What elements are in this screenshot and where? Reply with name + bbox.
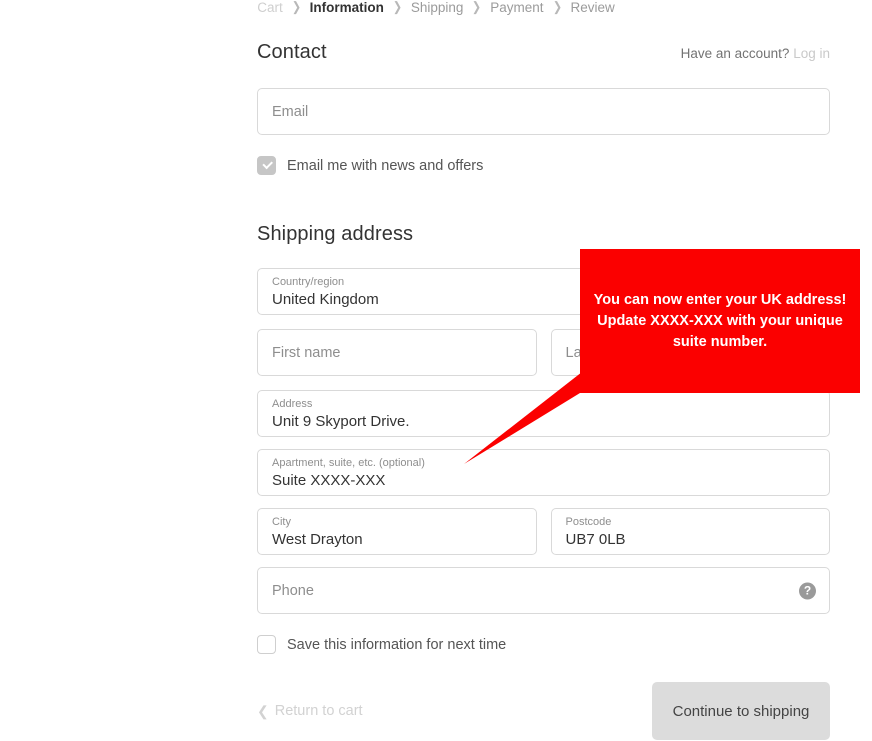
apartment-label: Apartment, suite, etc. (optional) [272,457,425,469]
apartment-field[interactable]: Apartment, suite, etc. (optional) Suite … [257,449,830,496]
first-name-field[interactable]: First name [257,329,537,376]
callout-text: You can now enter your UK address! Updat… [593,291,847,350]
account-prompt-text: Have an account? [680,46,790,61]
news-offers-label: Email me with news and offers [287,157,484,174]
first-name-placeholder: First name [272,344,341,361]
address-field[interactable]: Address Unit 9 Skyport Drive. [257,390,830,437]
checkbox-checked-icon[interactable] [257,156,276,175]
news-offers-checkbox-row[interactable]: Email me with news and offers [257,156,830,175]
uk-address-callout: You can now enter your UK address! Updat… [580,249,860,393]
save-info-checkbox-row[interactable]: Save this information for next time [257,635,830,654]
city-value: West Drayton [272,531,363,548]
help-icon[interactable]: ? [799,582,816,599]
address-label: Address [272,398,313,410]
checkbox-unchecked-icon[interactable] [257,635,276,654]
apartment-value: Suite XXXX-XXX [272,472,386,489]
chevron-left-icon: ❮ [257,702,269,719]
city-postcode-row: City West Drayton Postcode UB7 0LB [257,508,830,555]
continue-to-shipping-button[interactable]: Continue to shipping [652,682,830,740]
email-field[interactable]: Email [257,88,830,135]
postcode-field[interactable]: Postcode UB7 0LB [550,508,830,555]
postcode-label: Postcode [565,516,612,528]
phone-field[interactable]: Phone ? [257,567,830,614]
shipping-title: Shipping address [257,223,414,245]
account-prompt: Have an account? Log in [681,46,830,61]
shipping-section-header: Shipping address [257,223,830,246]
return-to-cart-label: Return to cart [274,703,363,719]
phone-placeholder: Phone [272,582,314,599]
save-info-label: Save this information for next time [287,636,507,653]
contact-section-header: Contact Have an account? Log in [257,41,830,64]
return-to-cart-link[interactable]: ❮ Return to cart [257,703,363,720]
contact-title: Contact [257,41,327,63]
postcode-value: UB7 0LB [565,531,626,548]
city-label: City [272,516,291,528]
city-field[interactable]: City West Drayton [257,508,537,555]
login-link[interactable]: Log in [793,46,830,61]
form-footer: ❮ Return to cart Continue to shipping [257,681,830,741]
address-value: Unit 9 Skyport Drive. [272,413,410,430]
email-placeholder: Email [272,103,309,120]
